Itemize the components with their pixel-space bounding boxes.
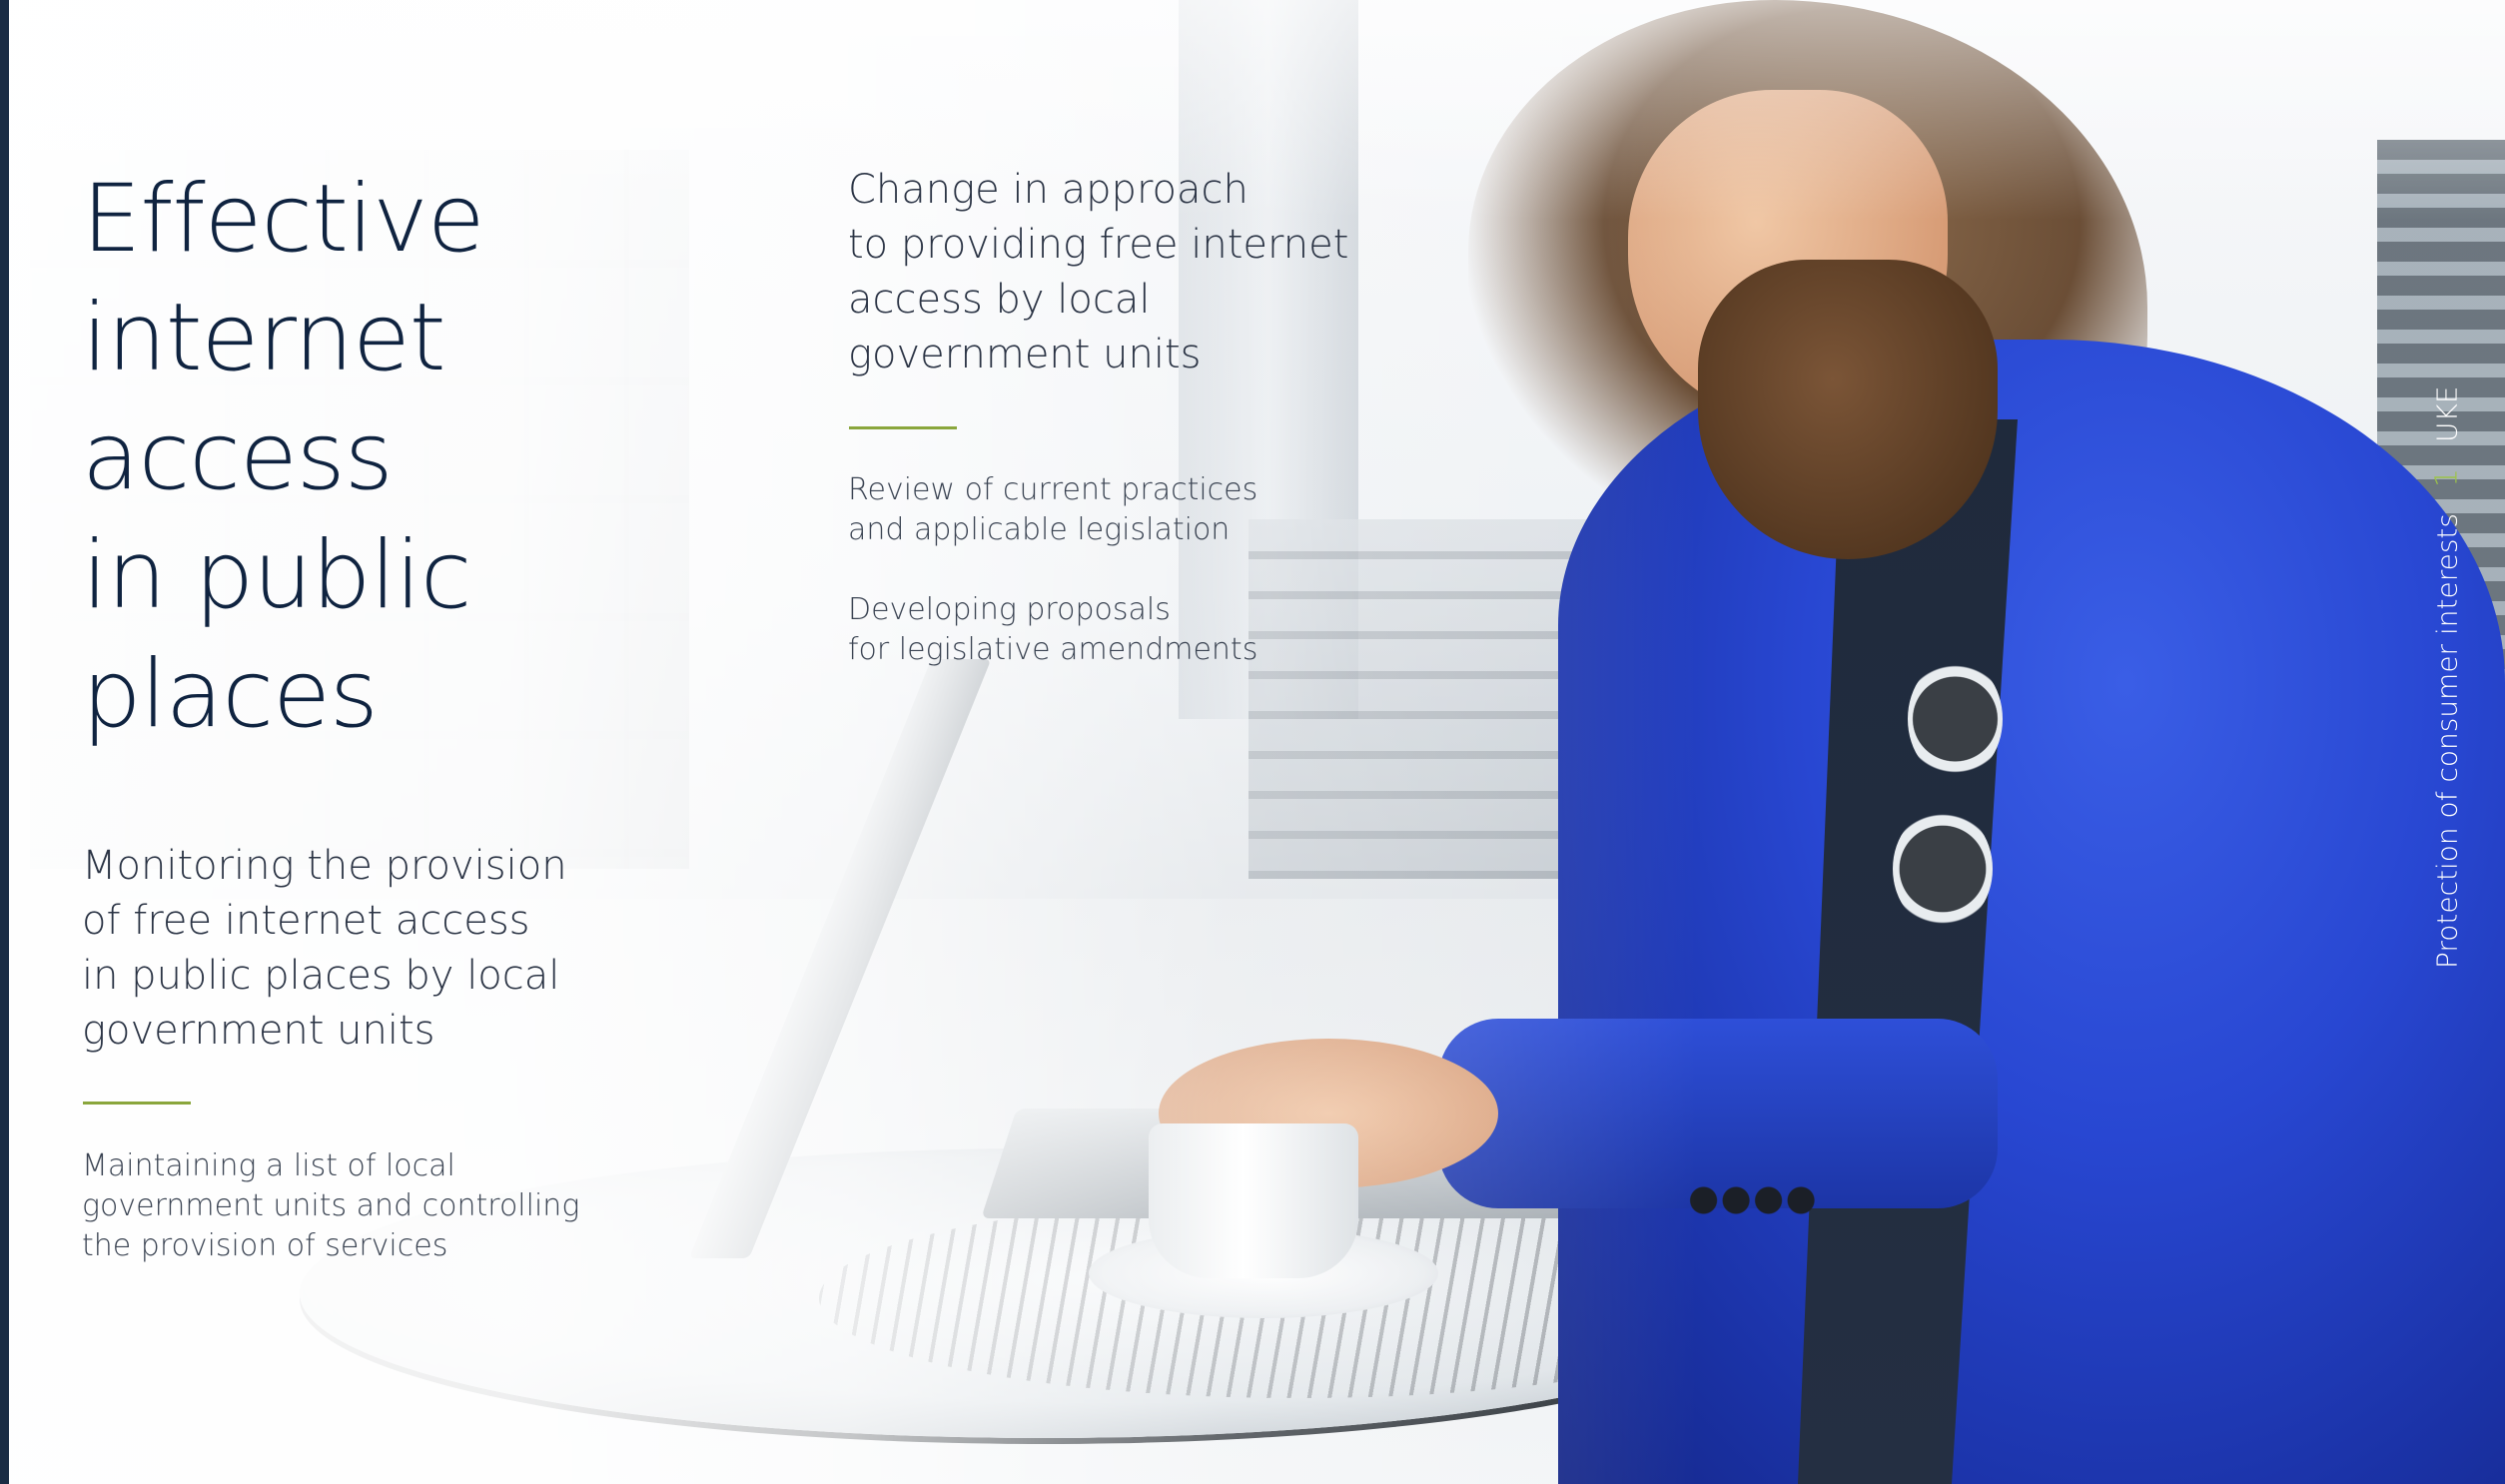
left-edge-stripe bbox=[0, 0, 9, 1484]
left-heading-line: of free internet access bbox=[82, 898, 530, 944]
right-heading-line: to providing free internet bbox=[848, 222, 1349, 268]
title-line: in public bbox=[82, 521, 471, 630]
left-accent-rule bbox=[83, 1102, 191, 1105]
right-item-line: and applicable legislation bbox=[848, 512, 1231, 547]
sunglasses-lens-bottom bbox=[1893, 809, 1993, 929]
right-item-review: Review of current practices and applicab… bbox=[848, 470, 1447, 550]
right-item-line: for legislative amendments bbox=[848, 632, 1258, 667]
left-heading-line: Monitoring the provision bbox=[82, 843, 567, 889]
title-line: internet bbox=[82, 284, 446, 392]
right-heading-line: Change in approach bbox=[848, 167, 1249, 213]
sleeve-buttons bbox=[1688, 1183, 1818, 1217]
section-name: Protection of consumer interests bbox=[2430, 513, 2464, 969]
right-accent-rule bbox=[849, 426, 957, 429]
right-item-proposals: Developing proposals for legislative ame… bbox=[848, 590, 1447, 670]
page: Effective internet access in public plac… bbox=[0, 0, 2505, 1484]
right-heading-line: government units bbox=[848, 332, 1202, 377]
man-beard bbox=[1698, 260, 1998, 559]
page-number: 1 bbox=[2429, 467, 2465, 488]
title-line: places bbox=[82, 640, 379, 749]
side-strip: Protection of consumer interests 1 UKE bbox=[2417, 150, 2477, 969]
title-line: Effective bbox=[82, 165, 485, 274]
left-body-line: Maintaining a list of local bbox=[82, 1148, 455, 1183]
side-label: Protection of consumer interests 1 UKE bbox=[2417, 150, 2477, 969]
blue-jacket bbox=[1558, 340, 2505, 1484]
right-heading: Change in approach to providing free int… bbox=[848, 163, 1447, 382]
left-heading: Monitoring the provision of free interne… bbox=[82, 839, 641, 1059]
title-line: access bbox=[82, 402, 394, 511]
right-heading-line: access by local bbox=[848, 277, 1151, 323]
page-title: Effective internet access in public plac… bbox=[82, 160, 641, 754]
left-heading-line: government units bbox=[82, 1008, 435, 1054]
brand-name: UKE bbox=[2430, 385, 2464, 442]
left-body-line: the provision of services bbox=[82, 1228, 448, 1263]
right-item-line: Review of current practices bbox=[848, 472, 1258, 507]
right-item-line: Developing proposals bbox=[848, 592, 1171, 627]
left-body: Maintaining a list of local government u… bbox=[82, 1146, 641, 1266]
left-heading-line: in public places by local bbox=[82, 953, 560, 999]
sunglasses-lens-top bbox=[1908, 659, 2003, 779]
left-body-line: government units and controlling bbox=[82, 1188, 580, 1223]
